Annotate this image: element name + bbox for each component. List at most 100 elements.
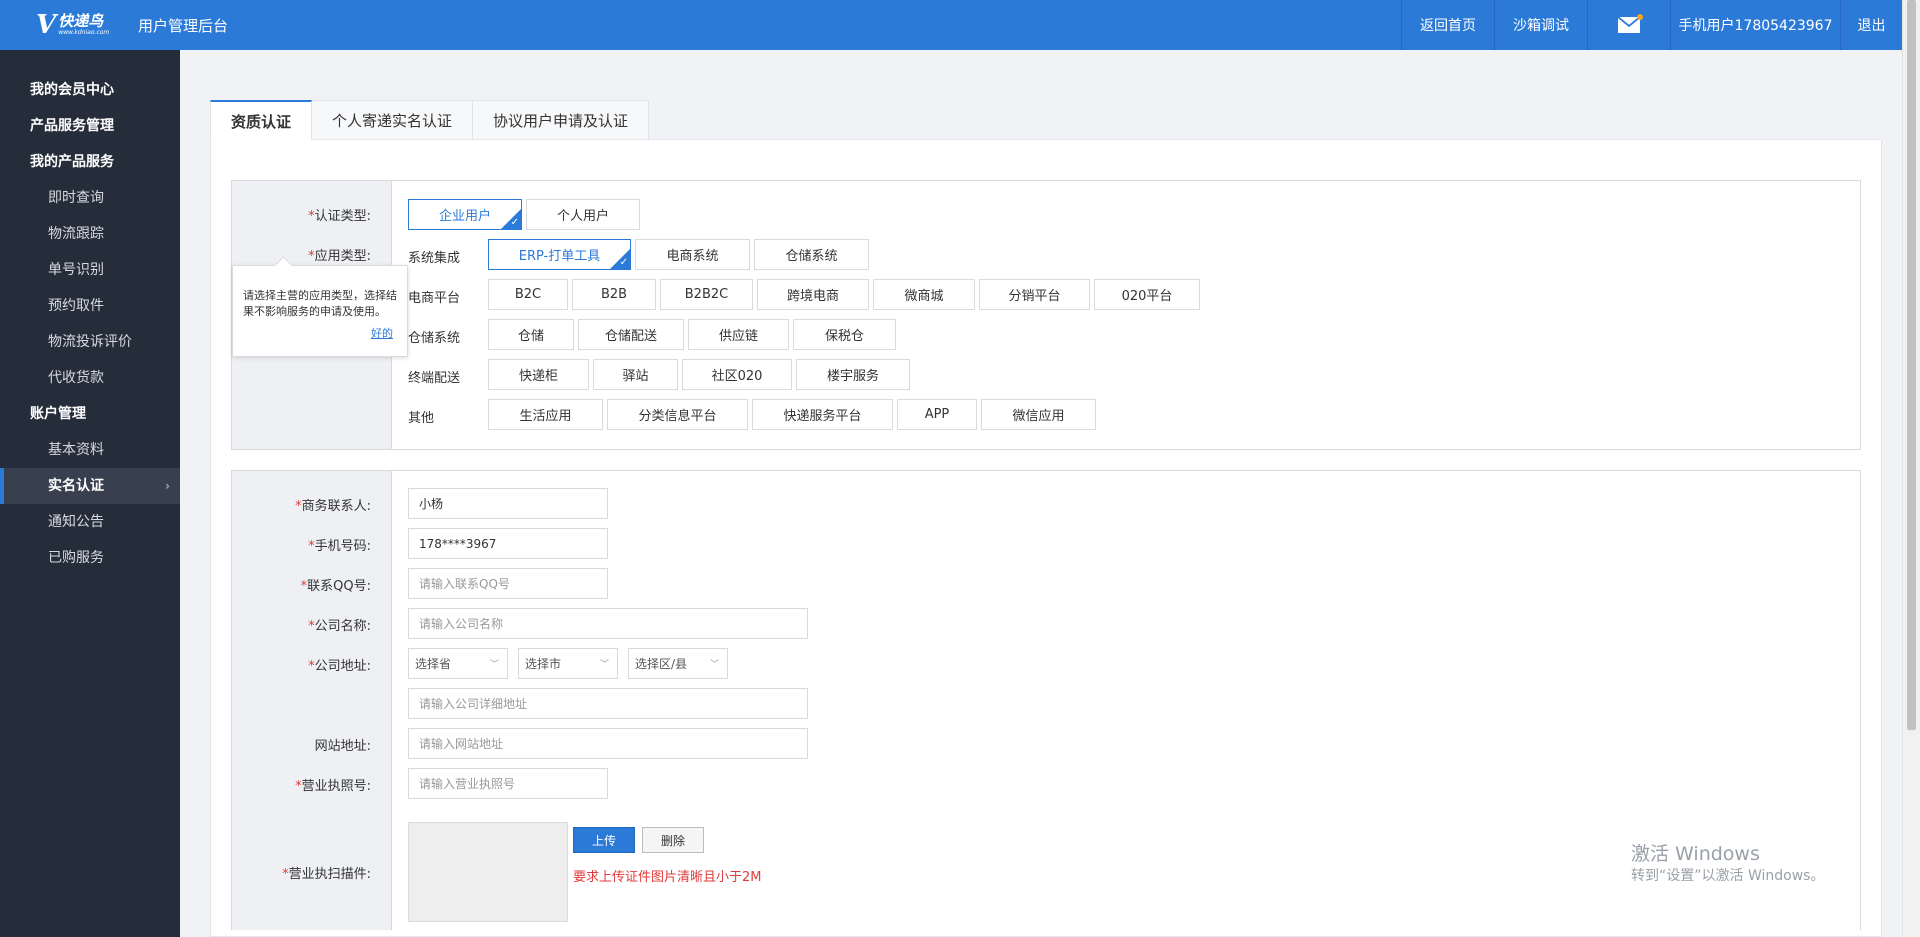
app-type-label: *应用类型: xyxy=(308,249,371,264)
top-bar: V 快递鸟 www.kdniao.com 用户管理后台 返回首页 沙箱调试 手机… xyxy=(0,0,1902,50)
app-option[interactable]: 分类信息平台 xyxy=(607,399,748,430)
main-content: 资质认证 个人寄递实名认证 协议用户申请及认证 *认证类型: *应用类型: 企业… xyxy=(210,100,1882,937)
cert-type-section: *认证类型: *应用类型: 企业用户 ✓ 个人用户 系统集成 ERP-打单工具 … xyxy=(231,180,1861,450)
app-group-label: 终端配送 xyxy=(408,371,461,386)
nav-sandbox-link[interactable]: 沙箱调试 xyxy=(1494,0,1587,50)
watermark-title: 激活 Windows xyxy=(1631,843,1760,865)
app-option[interactable]: 供应链 xyxy=(688,319,789,350)
nav-logout-link[interactable]: 退出 xyxy=(1840,0,1902,50)
upload-button[interactable]: 上传 xyxy=(573,827,635,853)
nav-user-account[interactable]: 手机用户17805423967 xyxy=(1670,0,1840,50)
contact-label: *商务联系人: xyxy=(295,499,371,514)
sidebar-account-mgmt[interactable]: 账户管理 xyxy=(0,396,180,432)
app-option[interactable]: 跨境电商 xyxy=(757,279,869,310)
company-address-label: *公司地址: xyxy=(308,659,371,674)
app-option-erp[interactable]: ERP-打单工具 ✓ xyxy=(488,239,631,270)
sidebar-item-number-recognition[interactable]: 单号识别 xyxy=(0,252,180,288)
license-input[interactable] xyxy=(408,768,608,799)
cert-type-enterprise[interactable]: 企业用户 ✓ xyxy=(408,199,522,230)
app-option[interactable]: 020平台 xyxy=(1094,279,1200,310)
windows-activation-watermark: 激活 Windows 转到“设置”以激活 Windows。 xyxy=(1631,842,1824,886)
app-group-label: 电商平台 xyxy=(408,291,461,306)
district-select[interactable]: 选择区/县 ﹀ xyxy=(628,648,728,679)
app-option[interactable]: 快递柜 xyxy=(488,359,589,390)
sidebar-item-notices[interactable]: 通知公告 xyxy=(0,504,180,540)
sidebar-item-complaint[interactable]: 物流投诉评价 xyxy=(0,324,180,360)
sidebar-my-products[interactable]: 我的产品服务 xyxy=(0,144,180,180)
nav-home-link[interactable]: 返回首页 xyxy=(1401,0,1494,50)
app-option[interactable]: B2B2C xyxy=(660,279,753,310)
app-option[interactable]: 快递服务平台 xyxy=(752,399,893,430)
website-input[interactable] xyxy=(408,728,808,759)
app-option[interactable]: 微信应用 xyxy=(981,399,1096,430)
scrollbar-thumb[interactable] xyxy=(1907,0,1916,730)
company-name-input[interactable] xyxy=(408,608,808,639)
province-select[interactable]: 选择省 ﹀ xyxy=(408,648,508,679)
website-label: 网站地址: xyxy=(314,739,371,754)
sidebar-item-profile[interactable]: 基本资料 xyxy=(0,432,180,468)
chevron-down-icon: ﹀ xyxy=(599,660,609,670)
sidebar-item-pickup[interactable]: 预约取件 xyxy=(0,288,180,324)
app-group-label: 系统集成 xyxy=(408,251,461,266)
tab-personal-verification[interactable]: 个人寄递实名认证 xyxy=(311,100,474,140)
chevron-right-icon: › xyxy=(165,479,170,493)
logo-url: www.kdniao.com xyxy=(58,29,110,36)
address-detail-input[interactable] xyxy=(408,688,808,719)
company-info-section: *商务联系人: *手机号码: *联系QQ号: *公司名称: *公司地址: 网站地… xyxy=(231,470,1861,930)
app-group-label: 其他 xyxy=(408,411,435,426)
cert-options-column: 企业用户 ✓ 个人用户 系统集成 ERP-打单工具 ✓ 电商系统 仓储系统 电商… xyxy=(392,181,1860,449)
app-option[interactable]: 保税仓 xyxy=(793,319,896,350)
company-name-label: *公司名称: xyxy=(308,619,371,634)
logo-mark: V 快递鸟 www.kdniao.com xyxy=(36,12,109,38)
qq-input[interactable] xyxy=(408,568,608,599)
delete-button[interactable]: 删除 xyxy=(642,827,704,853)
app-option[interactable]: 电商系统 xyxy=(635,239,750,270)
top-nav: 返回首页 沙箱调试 手机用户17805423967 退出 xyxy=(1401,0,1902,50)
page-scrollbar[interactable] xyxy=(1902,0,1920,937)
app-option[interactable]: 仓储配送 xyxy=(578,319,684,350)
app-option[interactable]: APP xyxy=(897,399,977,430)
sidebar-item-tracking[interactable]: 物流跟踪 xyxy=(0,216,180,252)
app-option[interactable]: B2C xyxy=(488,279,568,310)
license-scan-label: *营业执扫描件: xyxy=(282,867,371,882)
form-label-column: *商务联系人: *手机号码: *联系QQ号: *公司名称: *公司地址: 网站地… xyxy=(232,471,392,930)
watermark-subtitle: 转到“设置”以激活 Windows。 xyxy=(1631,868,1825,884)
city-select[interactable]: 选择市 ﹀ xyxy=(518,648,618,679)
app-type-tooltip: 请选择主营的应用类型，选择结果不影响服务的申请及使用。 好的 xyxy=(232,265,408,357)
sidebar-member-center[interactable]: 我的会员中心 xyxy=(0,72,180,108)
sidebar-item-verification[interactable]: 实名认证 › xyxy=(0,468,180,504)
tab-agreement-user[interactable]: 协议用户申请及认证 xyxy=(472,100,650,140)
app-option[interactable]: 生活应用 xyxy=(488,399,603,430)
sidebar-product-mgmt[interactable]: 产品服务管理 xyxy=(0,108,180,144)
app-option[interactable]: 仓储 xyxy=(488,319,574,350)
cert-type-personal[interactable]: 个人用户 xyxy=(526,199,640,230)
sidebar-item-instant-query[interactable]: 即时查询 xyxy=(0,180,180,216)
unread-dot xyxy=(1637,14,1643,20)
license-scan-preview xyxy=(408,822,568,922)
app-option[interactable]: 社区020 xyxy=(682,359,792,390)
logo[interactable]: V 快递鸟 www.kdniao.com xyxy=(0,0,124,50)
app-group-label: 仓储系统 xyxy=(408,331,461,346)
app-title: 用户管理后台 xyxy=(138,16,229,35)
sidebar: 我的会员中心 产品服务管理 我的产品服务 即时查询 物流跟踪 单号识别 预约取件… xyxy=(0,50,180,937)
chevron-down-icon: ﹀ xyxy=(709,660,719,670)
sidebar-item-label: 实名认证 xyxy=(48,478,104,494)
contact-input[interactable] xyxy=(408,488,608,519)
app-option[interactable]: 分销平台 xyxy=(979,279,1090,310)
sidebar-item-purchased[interactable]: 已购服务 xyxy=(0,540,180,576)
app-option[interactable]: B2B xyxy=(572,279,656,310)
nav-mail-button[interactable] xyxy=(1587,0,1670,50)
app-option[interactable]: 微商城 xyxy=(873,279,975,310)
license-label: *营业执照号: xyxy=(295,779,371,794)
tooltip-ok-link[interactable]: 好的 xyxy=(371,326,393,342)
tab-bar: 资质认证 个人寄递实名认证 协议用户申请及认证 xyxy=(210,100,1882,140)
phone-input[interactable] xyxy=(408,528,608,559)
app-option[interactable]: 仓储系统 xyxy=(754,239,869,270)
tab-qualification[interactable]: 资质认证 xyxy=(210,100,313,140)
check-icon: ✓ xyxy=(619,257,628,268)
cert-type-label: *认证类型: xyxy=(308,209,371,224)
app-option[interactable]: 楼宇服务 xyxy=(796,359,910,390)
phone-label: *手机号码: xyxy=(308,539,371,554)
app-option[interactable]: 驿站 xyxy=(593,359,678,390)
sidebar-item-cod[interactable]: 代收货款 xyxy=(0,360,180,396)
